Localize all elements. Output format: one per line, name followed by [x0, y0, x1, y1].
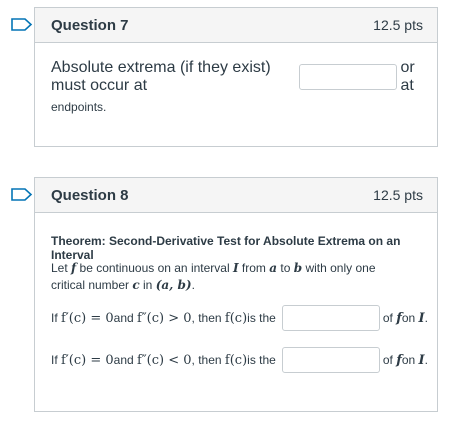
- row-text: of: [382, 311, 393, 325]
- row-text: .: [424, 353, 428, 367]
- condition-row-2: If f′(c) = 0 and f″(c) < 0, then f(c) is…: [51, 346, 428, 374]
- question-7-header: Question 7 12.5 pts: [35, 8, 437, 43]
- question-8-card: Question 8 12.5 pts Theorem: Second-Deri…: [34, 177, 438, 412]
- question-7-prompt: Absolute extrema (if they exist) must oc…: [51, 59, 425, 94]
- question-7-points: 12.5 pts: [373, 17, 423, 33]
- question-8-header: Question 8 12.5 pts: [35, 178, 437, 213]
- math-second-derivative-negative: f″(c) < 0: [137, 352, 192, 368]
- math-f-of-c: f(c): [224, 352, 248, 368]
- question-7-prompt-line2: endpoints.: [51, 100, 107, 114]
- row-text: is the: [247, 311, 276, 325]
- condition-row-1: If f′(c) = 0 and f″(c) > 0, then f(c) is…: [51, 304, 428, 332]
- theorem-text-part: in: [139, 278, 156, 292]
- math-c: c: [132, 278, 140, 292]
- question-7-prompt-after: or at: [400, 59, 415, 94]
- question-8-answer-input-1[interactable]: [281, 305, 380, 331]
- theorem-text-part: to: [277, 261, 294, 275]
- row-text: on: [401, 353, 416, 367]
- row-text: is the: [247, 353, 276, 367]
- math-first-derivative-zero: f′(c) = 0: [61, 310, 114, 326]
- row-text: and: [113, 353, 134, 367]
- question-7-flag-icon[interactable]: [11, 18, 33, 31]
- math-second-derivative-positive: f″(c) > 0: [137, 310, 192, 326]
- row-text: , then: [191, 311, 222, 325]
- math-b: b: [293, 261, 303, 275]
- row-text: , then: [191, 353, 222, 367]
- math-a: a: [269, 261, 278, 275]
- row-text: on: [401, 311, 416, 325]
- question-8-title: Question 8: [51, 186, 129, 204]
- question-8-points: 12.5 pts: [373, 187, 423, 203]
- question-7-prompt-before: Absolute extrema (if they exist) must oc…: [51, 59, 271, 94]
- math-first-derivative-zero: f′(c) = 0: [61, 352, 114, 368]
- theorem-title: Theorem: Second-Derivative Test for Abso…: [51, 234, 401, 262]
- row-text: If: [51, 311, 58, 325]
- question-7-card: Question 7 12.5 pts Absolute extrema (if…: [34, 7, 438, 147]
- question-8-flag-icon[interactable]: [11, 188, 33, 201]
- row-text: If: [51, 353, 58, 367]
- question-7-title: Question 7: [51, 16, 129, 34]
- theorem-text-part: Let: [51, 261, 72, 275]
- row-text: of: [382, 353, 393, 367]
- row-text: and: [113, 311, 134, 325]
- math-open-interval: (a, b): [155, 278, 192, 292]
- question-7-answer-input[interactable]: [299, 64, 398, 90]
- theorem-text-part: from: [238, 261, 270, 275]
- theorem-text-part: be continuous on an interval: [76, 261, 233, 275]
- theorem-text: Let f be continuous on an interval I fro…: [51, 260, 411, 294]
- theorem-text-part: .: [191, 278, 195, 292]
- row-text: .: [424, 311, 428, 325]
- question-8-answer-input-2[interactable]: [281, 347, 380, 373]
- math-f-of-c: f(c): [224, 310, 248, 326]
